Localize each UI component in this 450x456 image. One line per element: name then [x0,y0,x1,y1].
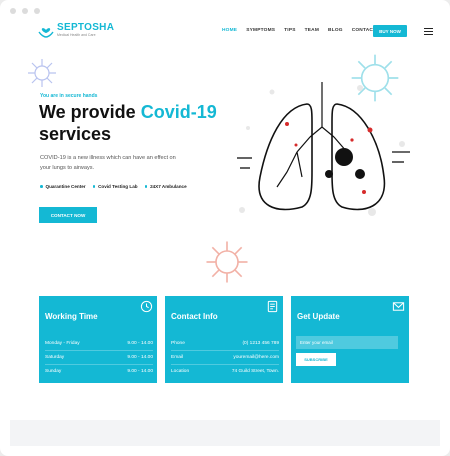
feature-item: Covid Testing Lab [92,184,138,189]
hands-heart-icon [38,27,54,38]
main-nav: HOME SYMPTOMS TIPS TEAM BLOG CONTACT [222,28,376,33]
contact-info-card: Contact Info Phone (0) 1213 456 789 Email… [165,296,283,383]
hamburger-menu-icon[interactable] [424,28,433,35]
feature-list: Quarantine Center Covid Testing Lab 24X7… [40,184,187,189]
hero-title-pre: We provide [39,102,141,122]
window-dot[interactable] [22,8,28,14]
hero-title-highlight: Covid-19 [140,102,217,122]
contact-now-button[interactable]: CONTACT NOW [39,207,97,223]
browser-window: SEPTOSHA Medical Health and Care HOME SY… [0,0,450,456]
hero-kicker: You are in secure hands [40,93,98,99]
schedule-row: Monday - Friday 9.00 - 14.00 [45,340,153,346]
logo[interactable]: SEPTOSHA Medical Health and Care [38,23,114,38]
clock-icon [140,300,153,313]
subscribe-button[interactable]: SUBSCRIBE [296,353,336,366]
window-dot[interactable] [10,8,16,14]
nav-item-team[interactable]: TEAM [305,28,319,33]
window-controls [10,8,40,14]
virus-icon [206,241,248,283]
working-time-card: Working Time Monday - Friday 9.00 - 14.00… [39,296,157,383]
nav-item-home[interactable]: HOME [222,28,237,33]
document-icon [267,300,278,313]
virus-icon [28,59,56,87]
hero-title-post: services [39,124,112,144]
brand-tagline: Medical Health and Care [57,33,96,37]
card-title: Working Time [45,312,98,321]
hero-title: We provide Covid-19 services [39,101,239,145]
window-dot[interactable] [34,8,40,14]
card-title: Contact Info [171,312,218,321]
nav-item-symptoms[interactable]: SYMPTOMS [246,28,275,33]
feature-item: 24X7 Ambulance [144,184,187,189]
lungs-illustration [237,82,410,216]
schedule-list: Monday - Friday 9.00 - 14.00 Saturday 9.00… [45,336,153,378]
contact-list: Phone (0) 1213 456 789 Email youremail@her… [171,336,279,378]
buy-now-button[interactable]: BUY NOW [373,25,407,37]
nav-item-tips[interactable]: TIPS [284,28,295,33]
hero-description: COVID-19 is a new illness which can have… [40,155,176,171]
footer-band [10,420,440,446]
card-title: Get Update [297,312,340,321]
contact-row: Location 74 Guild Street, Town. [171,364,279,378]
feature-item: Quarantine Center [40,184,86,189]
schedule-row: Sunday 9.00 - 14.00 [45,364,153,378]
get-update-card: Get Update SUBSCRIBE [291,296,409,383]
site-header: SEPTOSHA Medical Health and Care HOME SY… [0,20,450,42]
schedule-row: Saturday 9.00 - 14.00 [45,350,153,364]
mail-icon [392,302,405,311]
info-cards: Working Time Monday - Friday 9.00 - 14.00… [39,296,409,383]
brand-name: SEPTOSHA [57,22,115,33]
contact-row: Phone (0) 1213 456 789 [171,340,279,346]
contact-row: Email youremail@here.com [171,350,279,364]
email-input[interactable] [296,336,398,349]
nav-item-blog[interactable]: BLOG [328,28,343,33]
